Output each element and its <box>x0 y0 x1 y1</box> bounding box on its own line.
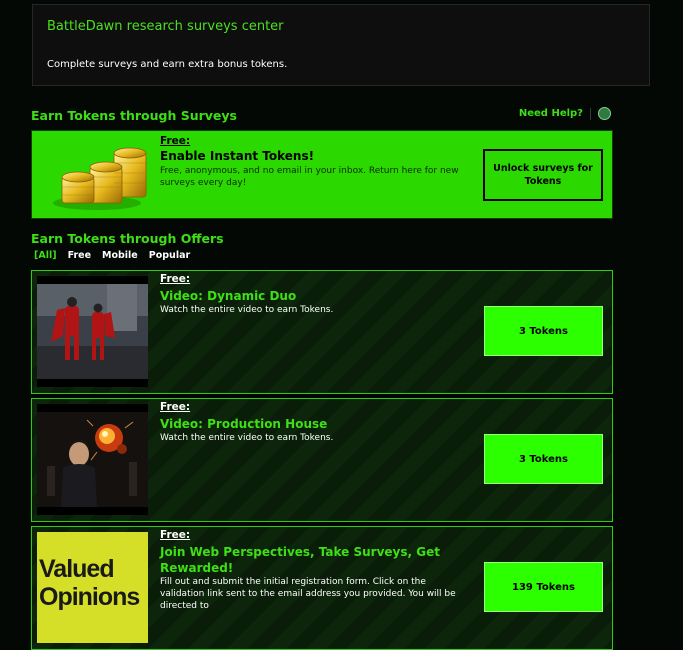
logo-text-valued: Valued <box>39 555 114 583</box>
unlock-surveys-button[interactable]: Unlock surveys for Tokens <box>483 149 603 201</box>
offer-free-label: Free: <box>160 529 191 541</box>
offer-free-label: Free: <box>160 273 191 285</box>
gold-coins-icon <box>53 147 147 210</box>
filter-popular[interactable]: Popular <box>149 250 190 261</box>
offer-description: Fill out and submit the initial registra… <box>160 577 456 611</box>
offer-card-production-house: Free: Video: Production House Watch the … <box>31 398 613 522</box>
offer-title[interactable]: Join Web Perspectives, Take Surveys, Get… <box>160 544 460 576</box>
offer-title[interactable]: Video: Dynamic Duo <box>160 288 460 304</box>
offer-title[interactable]: Video: Production House <box>160 416 460 432</box>
header-subtitle: Complete surveys and earn extra bonus to… <box>47 59 288 70</box>
offer-free-label: Free: <box>160 401 191 413</box>
offer-card-valued-opinions: Valued Opinions Free: Join Web Perspecti… <box>31 526 613 650</box>
header-panel: BattleDawn research surveys center Compl… <box>32 4 650 86</box>
help-row: Need Help? <box>519 107 611 120</box>
filter-mobile[interactable]: Mobile <box>102 250 138 261</box>
header-title: BattleDawn research surveys center <box>47 19 284 34</box>
surveys-section-title: Earn Tokens through Surveys <box>31 108 237 123</box>
filter-free[interactable]: Free <box>68 250 91 261</box>
offer-thumbnail-dynamic-duo[interactable] <box>37 276 148 387</box>
logo-text-opinions: Opinions <box>39 583 139 611</box>
offer-filters: [All] Free Mobile Popular <box>34 250 190 261</box>
survey-free-label: Free: <box>160 135 191 147</box>
globe-icon[interactable] <box>598 107 611 120</box>
offer-tokens-button[interactable]: 3 Tokens <box>484 306 603 356</box>
offer-tokens-button[interactable]: 3 Tokens <box>484 434 603 484</box>
offer-card-dynamic-duo: Free: Video: Dynamic Duo Watch the entir… <box>31 270 613 394</box>
offer-thumbnail-production-house[interactable] <box>37 404 148 515</box>
separator <box>590 107 591 120</box>
survey-card-description: Free, anonymous, and no email in your in… <box>160 166 459 188</box>
offer-description: Watch the entire video to earn Tokens. <box>160 433 334 443</box>
instant-tokens-card: Free: Enable Instant Tokens! Free, anony… <box>31 130 613 219</box>
filter-all[interactable]: [All] <box>34 250 57 261</box>
need-help-link[interactable]: Need Help? <box>519 108 583 119</box>
offers-section-title: Earn Tokens through Offers <box>31 231 224 246</box>
survey-card-title: Enable Instant Tokens! <box>160 149 315 163</box>
valued-opinions-logo[interactable]: Valued Opinions <box>37 532 148 643</box>
offer-description: Watch the entire video to earn Tokens. <box>160 305 334 315</box>
